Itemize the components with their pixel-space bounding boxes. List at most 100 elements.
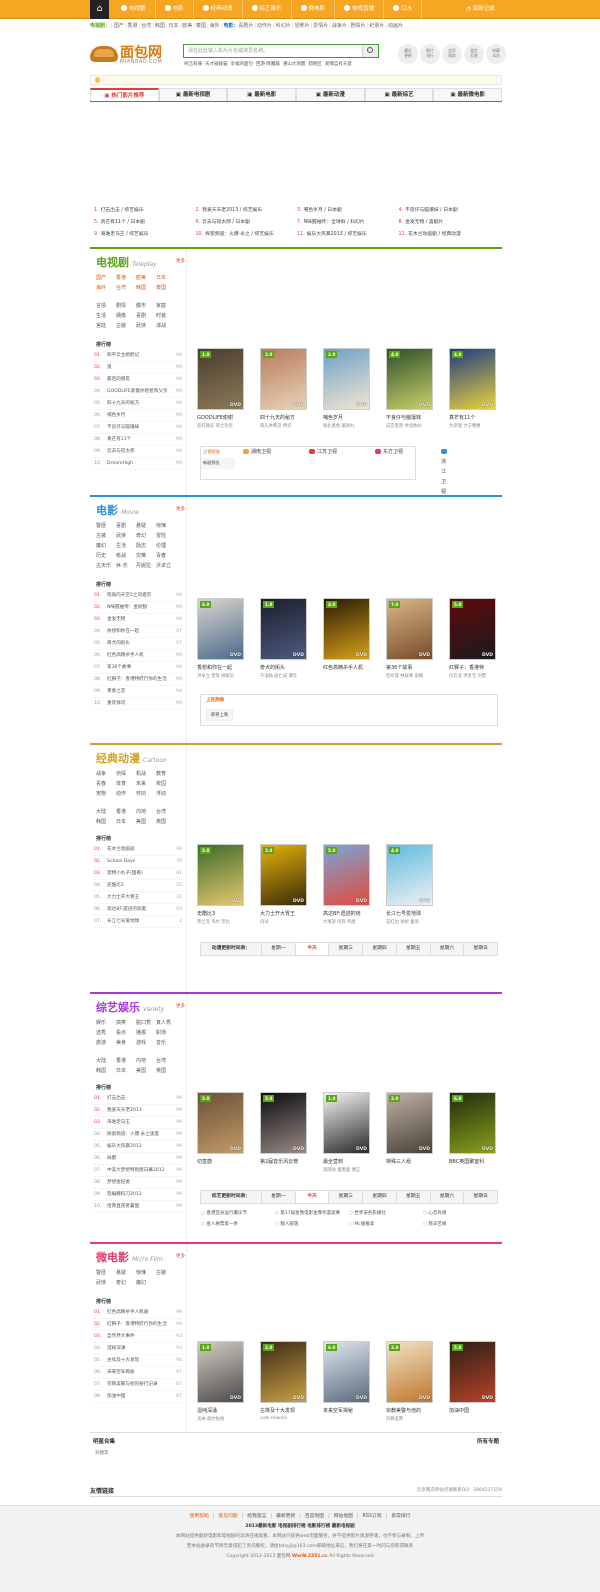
- rank-row[interactable]: 06. 红色高精杀手人机 99: [94, 650, 182, 662]
- poster-image[interactable]: 2.0 DVD: [386, 1341, 433, 1403]
- poster-title[interactable]: 香想和你在一起: [197, 664, 244, 671]
- region-tag[interactable]: 英国: [156, 1068, 176, 1075]
- region-tag[interactable]: 日本: [116, 819, 136, 826]
- poster-image[interactable]: 1.0 DVD: [197, 348, 244, 410]
- star-item[interactable]: 刘德华: [95, 1450, 109, 1456]
- genre-tag[interactable]: 美食: [116, 1040, 136, 1047]
- region-tag[interactable]: 内地: [136, 809, 156, 816]
- poster-card[interactable]: 4.0 DVD 红色高精杀手人机: [323, 598, 370, 679]
- top-nav-item[interactable]: 经典动漫: [194, 0, 243, 19]
- region-tag[interactable]: 香港: [116, 1058, 136, 1065]
- tab-2[interactable]: ▣ 最新电视剧: [158, 88, 228, 101]
- catbar-movie-link[interactable]: 战争片: [332, 23, 347, 29]
- genre-tag[interactable]: 休·杰: [116, 563, 136, 570]
- genre-tag[interactable]: 未来: [136, 781, 156, 788]
- tv-channel[interactable]: 东方卫视: [375, 447, 403, 457]
- schedule-day[interactable]: 星期一: [261, 943, 295, 955]
- rank-row[interactable]: 05. 奇犬的街头 97: [94, 638, 182, 650]
- poster-card[interactable]: 6.0 DVD 香想和你在一起 洪卓立 曾珠 顾家乐: [197, 598, 244, 679]
- poster-title[interactable]: 真芒有11个: [449, 414, 496, 421]
- hot-list-item[interactable]: 12. 花木兰动画剧 / 经典动漫: [399, 230, 501, 237]
- rank-row[interactable]: 02. School Days 70: [94, 856, 182, 868]
- more-link[interactable]: 更多: [176, 506, 185, 512]
- poster-card[interactable]: 2.0 DVD 哺色岁月 堀北真希 薬師丸: [323, 348, 370, 429]
- poster-card[interactable]: 6.0 DVD BBC英国聚室科: [449, 1092, 496, 1173]
- rank-row[interactable]: 10. 恰救直夜者暑图 99: [94, 1201, 182, 1213]
- catbar-movie-link[interactable]: 喜剧片: [238, 23, 253, 29]
- hot-list-item[interactable]: 10. 探索频道：火爆·永之 / 综艺娱乐: [196, 230, 298, 237]
- region-tag[interactable]: 韩国: [96, 819, 116, 826]
- genre-tag[interactable]: 喜剧: [136, 313, 156, 320]
- hot-list-item[interactable]: 4. 不良仔与脑壤妹 / 日本剧: [399, 206, 501, 213]
- genre-tag[interactable]: 脱口秀: [136, 1020, 156, 1027]
- tv-channel-tab[interactable]: 卫视频道: [201, 447, 235, 457]
- poster-image[interactable]: 5.0 DVD: [449, 598, 496, 660]
- footer-link[interactable]: 网站地图: [334, 1514, 353, 1519]
- hot-keyword[interactable]: 幸福的面包: [231, 62, 254, 67]
- rank-row[interactable]: 07. 长江七号爱地球 2: [94, 916, 182, 928]
- hot-keyword[interactable]: 西游·降魔篇: [256, 62, 280, 67]
- rank-row[interactable]: 04. 湿秘深渊 93: [94, 1343, 182, 1355]
- hot-list-item[interactable]: 8. 金发无物 / 喜剧片: [399, 218, 501, 225]
- hot-list-item[interactable]: 7. N咪醒袖传：全球斜 / 科幻片: [297, 218, 399, 225]
- catbar-movie-link[interactable]: 剧情片: [351, 23, 366, 29]
- rank-row[interactable]: 10. 重装择问 99: [94, 698, 182, 710]
- genre-tag[interactable]: 喜剧: [116, 523, 136, 530]
- tv-channel[interactable]: 江苏卫视: [309, 447, 337, 457]
- hot-list-item[interactable]: 2. 我爱天天老2013 / 综艺娱乐: [196, 206, 298, 213]
- top-nav-item[interactable]: 微电影: [292, 0, 336, 19]
- poster-title[interactable]: 长江七号爱地球: [386, 910, 433, 917]
- catbar-region-link[interactable]: 海外: [210, 23, 220, 29]
- quick-link-button[interactable]: 影片 排行: [420, 44, 440, 64]
- genre-tag[interactable]: 惊悚: [136, 1270, 156, 1277]
- region-tag[interactable]: 英国: [156, 819, 176, 826]
- poster-title[interactable]: BBC英国聚室科: [449, 1158, 496, 1165]
- rank-row[interactable]: 04. GOODLIFE爱着你爸爸和父亲 99: [94, 386, 182, 398]
- rank-row[interactable]: 07. 第36个故事 99: [94, 662, 182, 674]
- poster-card[interactable]: 1.0 DVD 湿纯深涌 沃纳 赫尔佐格: [197, 1341, 244, 1422]
- hot-keyword[interactable]: 天才碰碰猫: [205, 62, 228, 67]
- poster-card[interactable]: 1.0 DVD 最全营到 高随坊 童勇喜 傅正: [323, 1092, 370, 1173]
- genre-tag[interactable]: 魔幻: [96, 543, 116, 550]
- region-tag[interactable]: 泰国: [156, 285, 176, 292]
- all-topics-link[interactable]: 所有专题: [477, 1437, 499, 1445]
- poster-card[interactable]: 5.0 DVD 切皇筋: [197, 1092, 244, 1173]
- catbar-region-link[interactable]: 泰国: [196, 23, 206, 29]
- poster-card[interactable]: 2.0 DVD 特殊三人组: [386, 1092, 433, 1173]
- poster-image[interactable]: 7.0 DVD: [386, 598, 433, 660]
- rank-row[interactable]: 04. 依想和你在一起 97: [94, 626, 182, 638]
- quick-link-button[interactable]: 收藏 本站: [486, 44, 506, 64]
- genre-tag[interactable]: 警匪: [96, 523, 116, 530]
- footer-link[interactable]: 给我留言: [247, 1514, 266, 1519]
- genre-tag[interactable]: 浮动: [156, 791, 176, 798]
- rank-row[interactable]: 02. 我爱天天老2013 99: [94, 1105, 182, 1117]
- hot-list-item[interactable]: 3. 哺色岁月 / 日本剧: [297, 206, 399, 213]
- genre-tag[interactable]: 武侠: [136, 323, 156, 330]
- tab-4[interactable]: ▣ 最新动漫: [296, 88, 365, 101]
- top-nav-item[interactable]: 电视剧: [112, 0, 156, 19]
- poster-title[interactable]: 切皇筋: [197, 1158, 244, 1165]
- rank-row[interactable]: 07. 不良仔与脑壤妹 99: [94, 422, 182, 434]
- genre-tag[interactable]: 魔幻: [136, 1280, 156, 1287]
- top-nav-item[interactable]: 综艺娱乐: [243, 0, 292, 19]
- poster-image[interactable]: 5.0 DVD: [260, 1092, 307, 1154]
- poster-card[interactable]: 4.0 DVD 真芒有11个 大泽瑞 力宁惠惠: [449, 348, 496, 429]
- rank-row[interactable]: 06. 哺色岁月 99: [94, 410, 182, 422]
- schedule-day[interactable]: 星期六: [429, 1191, 464, 1203]
- schedule-day[interactable]: 星期五: [395, 1191, 430, 1203]
- home-icon[interactable]: ⌂: [90, 0, 109, 19]
- rank-row[interactable]: 05. 大力士开大胃王 31: [94, 892, 182, 904]
- rank-row[interactable]: 09. 云去与窃太郎 99: [94, 446, 182, 458]
- hot-keyword[interactable]: 重山大地震: [283, 62, 306, 67]
- genre-tag[interactable]: 侦探: [116, 771, 136, 778]
- genre-tag[interactable]: 谍战: [156, 323, 176, 330]
- region-tag[interactable]: 大陆: [96, 809, 116, 816]
- genre-tag[interactable]: 武侠: [116, 533, 136, 540]
- genre-tag[interactable]: 青春: [96, 781, 116, 788]
- rank-row[interactable]: 03. 自然界大事件 93: [94, 1331, 182, 1343]
- genre-tag[interactable]: 古装: [156, 1270, 176, 1277]
- catbar-movie-link[interactable]: 爱情片: [313, 23, 328, 29]
- genre-tag[interactable]: 家庭: [156, 303, 176, 310]
- genre-tag[interactable]: 枪战: [116, 553, 136, 560]
- genre-tag[interactable]: 历史: [96, 553, 116, 560]
